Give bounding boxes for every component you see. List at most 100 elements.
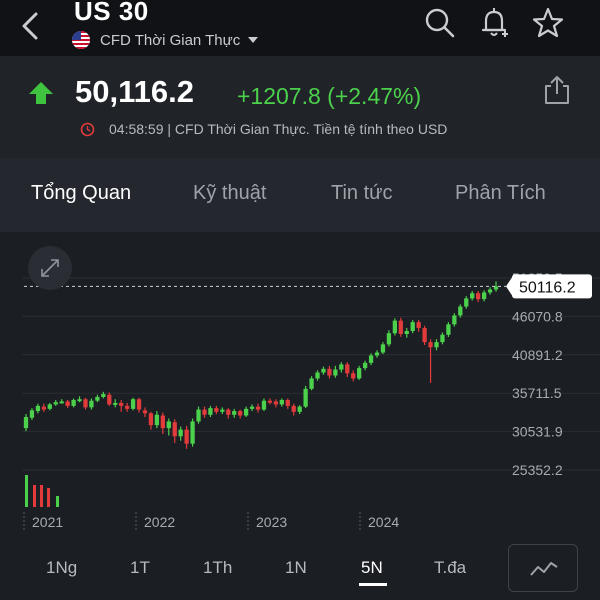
quote-time-text: 04:58:59 | CFD Thời Gian Thực. Tiền tệ t… — [109, 121, 448, 137]
candle-body — [142, 410, 148, 414]
candle-body — [160, 415, 165, 429]
x-tick-label: 2021 — [32, 514, 63, 530]
candle-body — [184, 429, 189, 444]
tab-technical[interactable]: Kỹ thuật — [193, 182, 266, 205]
back-arrow-icon[interactable] — [16, 8, 44, 44]
candle-body — [315, 372, 320, 379]
y-tick-label: 30531.9 — [512, 424, 563, 440]
candle-body — [392, 320, 398, 334]
volume-bar — [25, 475, 28, 507]
quote-time-row: 04:58:59 | CFD Thời Gian Thực. Tiền tệ t… — [80, 121, 447, 137]
y-tick-label: 40891.2 — [512, 347, 563, 363]
candle-body — [148, 413, 154, 426]
clock-icon — [80, 122, 95, 136]
candle-body — [279, 399, 284, 405]
candle-body — [285, 399, 290, 406]
last-price: 50,116.2 — [75, 74, 194, 109]
last-price-label: 50116.2 — [519, 279, 576, 296]
candle-body — [35, 405, 41, 412]
candle-body — [357, 368, 362, 379]
candle-body — [124, 405, 130, 409]
candle-body — [59, 401, 64, 404]
expand-chart-button[interactable] — [28, 246, 72, 290]
share-icon[interactable] — [542, 74, 572, 106]
candle-body — [41, 406, 46, 410]
candle-body — [214, 408, 219, 412]
volume-bar — [33, 485, 36, 507]
x-tick-label: 2022 — [144, 514, 175, 530]
candle-body — [351, 373, 356, 379]
candle-body — [303, 388, 308, 407]
candle-body — [154, 414, 160, 426]
watchlist-star-icon[interactable] — [531, 6, 565, 40]
candle-body — [107, 394, 112, 405]
us-flag-icon — [72, 31, 90, 49]
candle-body — [261, 400, 267, 410]
candle-body — [113, 402, 118, 405]
candle-body — [422, 328, 427, 343]
candle-body — [434, 342, 439, 348]
instrument-subtitle: CFD Thời Gian Thực — [100, 31, 241, 49]
candle-body — [487, 289, 493, 293]
candle-body — [65, 401, 70, 406]
candle-body — [29, 410, 35, 418]
candle-body — [95, 396, 100, 401]
range-max[interactable]: T.đa — [434, 558, 466, 578]
quote-panel: 50,116.2 +1207.8 (+2.47%) 04:58:59 | CFD… — [0, 56, 600, 158]
add-alert-bell-icon[interactable] — [477, 6, 511, 40]
candle-body — [166, 421, 171, 429]
candle-body — [297, 406, 302, 412]
candle-body — [333, 369, 338, 376]
candle-body — [71, 399, 76, 406]
y-tick-label: 35711.5 — [512, 385, 562, 401]
candle-body — [202, 409, 207, 415]
candle-body — [190, 421, 195, 444]
instrument-type-selector[interactable]: CFD Thời Gian Thực — [72, 31, 259, 49]
price-chart-area[interactable]: 51250.546070.840891.235711.530531.925352… — [0, 232, 600, 538]
tab-overview[interactable]: Tổng Quan — [31, 182, 131, 205]
candlestick-chart[interactable]: 51250.546070.840891.235711.530531.925352… — [0, 232, 600, 538]
candle-body — [440, 334, 445, 343]
candle-body — [77, 399, 82, 402]
volume-bar — [56, 496, 59, 507]
tab-analysis[interactable]: Phân Tích — [455, 182, 546, 205]
candle-body — [238, 411, 243, 416]
candle-body — [172, 422, 177, 437]
instrument-title: US 30 — [74, 0, 149, 26]
range-5-year[interactable]: 5N — [361, 558, 383, 578]
candle-body — [243, 408, 249, 416]
candle-body — [196, 409, 201, 422]
candle-body — [368, 355, 374, 363]
candle-body — [101, 394, 106, 397]
range-1-day[interactable]: 1Ng — [46, 558, 77, 578]
price-up-arrow-icon — [29, 82, 53, 104]
candle-body — [89, 400, 94, 408]
candle-body — [464, 298, 469, 307]
y-tick-label: 46070.8 — [512, 308, 563, 324]
candle-body — [386, 333, 392, 345]
candle-body — [208, 408, 213, 415]
line-chart-icon — [530, 562, 558, 576]
y-tick-label: 25352.2 — [512, 462, 563, 478]
range-1-month[interactable]: 1Th — [203, 558, 232, 578]
chart-type-button[interactable] — [508, 544, 578, 592]
candle-body — [470, 293, 475, 299]
candle-body — [398, 320, 403, 334]
candle-body — [220, 409, 225, 412]
candle-body — [83, 399, 88, 408]
candle-body — [47, 404, 52, 409]
search-icon[interactable] — [423, 6, 457, 40]
section-tabs: Tổng Quan Kỹ thuật Tin tức Phân Tích — [0, 158, 600, 232]
candle-body — [232, 411, 237, 415]
candle-body — [267, 400, 273, 403]
candle-body — [458, 306, 463, 316]
candle-body — [374, 352, 380, 356]
range-1-year[interactable]: 1N — [285, 558, 307, 578]
range-1-week[interactable]: 1T — [130, 558, 150, 578]
candle-body — [309, 378, 314, 389]
candle-body — [416, 322, 421, 329]
tab-news[interactable]: Tin tức — [331, 182, 393, 205]
candle-body — [321, 368, 326, 373]
candle-body — [380, 344, 386, 353]
candle-body — [130, 399, 136, 409]
